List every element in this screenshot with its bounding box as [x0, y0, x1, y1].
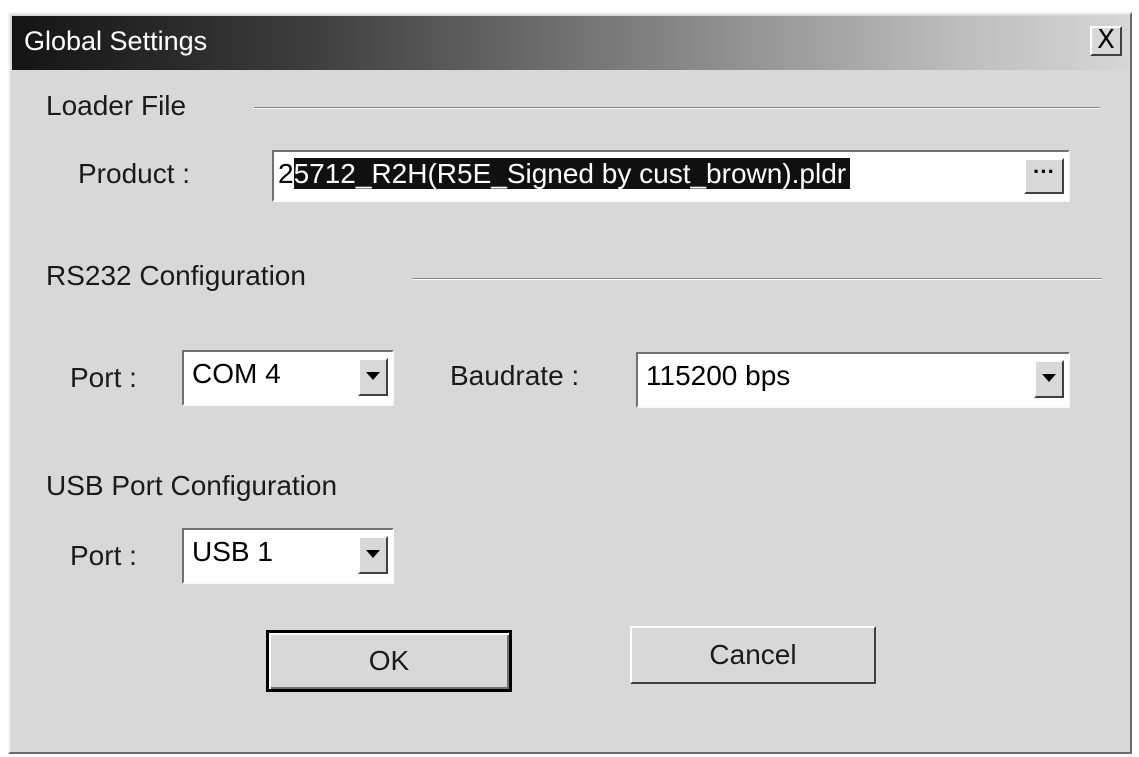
- rs232-group-label: RS232 Configuration: [46, 260, 306, 291]
- usb-group-label: USB Port Configuration: [46, 470, 338, 501]
- rs232-group-divider: [412, 278, 1102, 280]
- baudrate-value: 115200 bps: [646, 360, 791, 391]
- product-path-field[interactable]: 25712_R2H(R5E_Signed by cust_brown).pldr…: [272, 150, 1070, 202]
- close-icon: X: [1097, 25, 1115, 55]
- title-bar[interactable]: Global Settings X: [12, 16, 1128, 70]
- usb-port-select[interactable]: USB 1: [182, 528, 394, 584]
- chevron-down-icon[interactable]: [358, 536, 388, 574]
- global-settings-dialog: Global Settings X Loader File Product : …: [8, 12, 1132, 754]
- loader-file-group-divider: [254, 107, 1100, 109]
- baudrate-label: Baudrate :: [450, 360, 580, 391]
- ellipsis-icon: ···: [1033, 159, 1055, 184]
- close-button[interactable]: X: [1090, 26, 1122, 56]
- product-path-text: 25712_R2H(R5E_Signed by cust_brown).pldr: [278, 158, 851, 190]
- loader-file-group-label: Loader File: [46, 90, 187, 121]
- usb-port-label: Port :: [70, 540, 137, 571]
- chevron-down-icon[interactable]: [1034, 360, 1064, 398]
- rs232-port-value: COM 4: [192, 358, 281, 389]
- cancel-button[interactable]: Cancel: [630, 626, 876, 684]
- ok-button[interactable]: OK: [266, 630, 512, 692]
- window-title: Global Settings: [24, 26, 208, 56]
- rs232-port-select[interactable]: COM 4: [182, 350, 394, 406]
- rs232-port-label: Port :: [70, 362, 137, 393]
- product-label: Product :: [78, 158, 191, 189]
- product-path-selection: 5712_R2H(R5E_Signed by cust_brown).pldr: [293, 158, 851, 189]
- product-path-prefix: 2: [278, 158, 294, 189]
- usb-port-value: USB 1: [192, 536, 273, 567]
- chevron-down-icon[interactable]: [358, 358, 388, 396]
- baudrate-select[interactable]: 115200 bps: [636, 352, 1070, 408]
- browse-button[interactable]: ···: [1024, 158, 1064, 194]
